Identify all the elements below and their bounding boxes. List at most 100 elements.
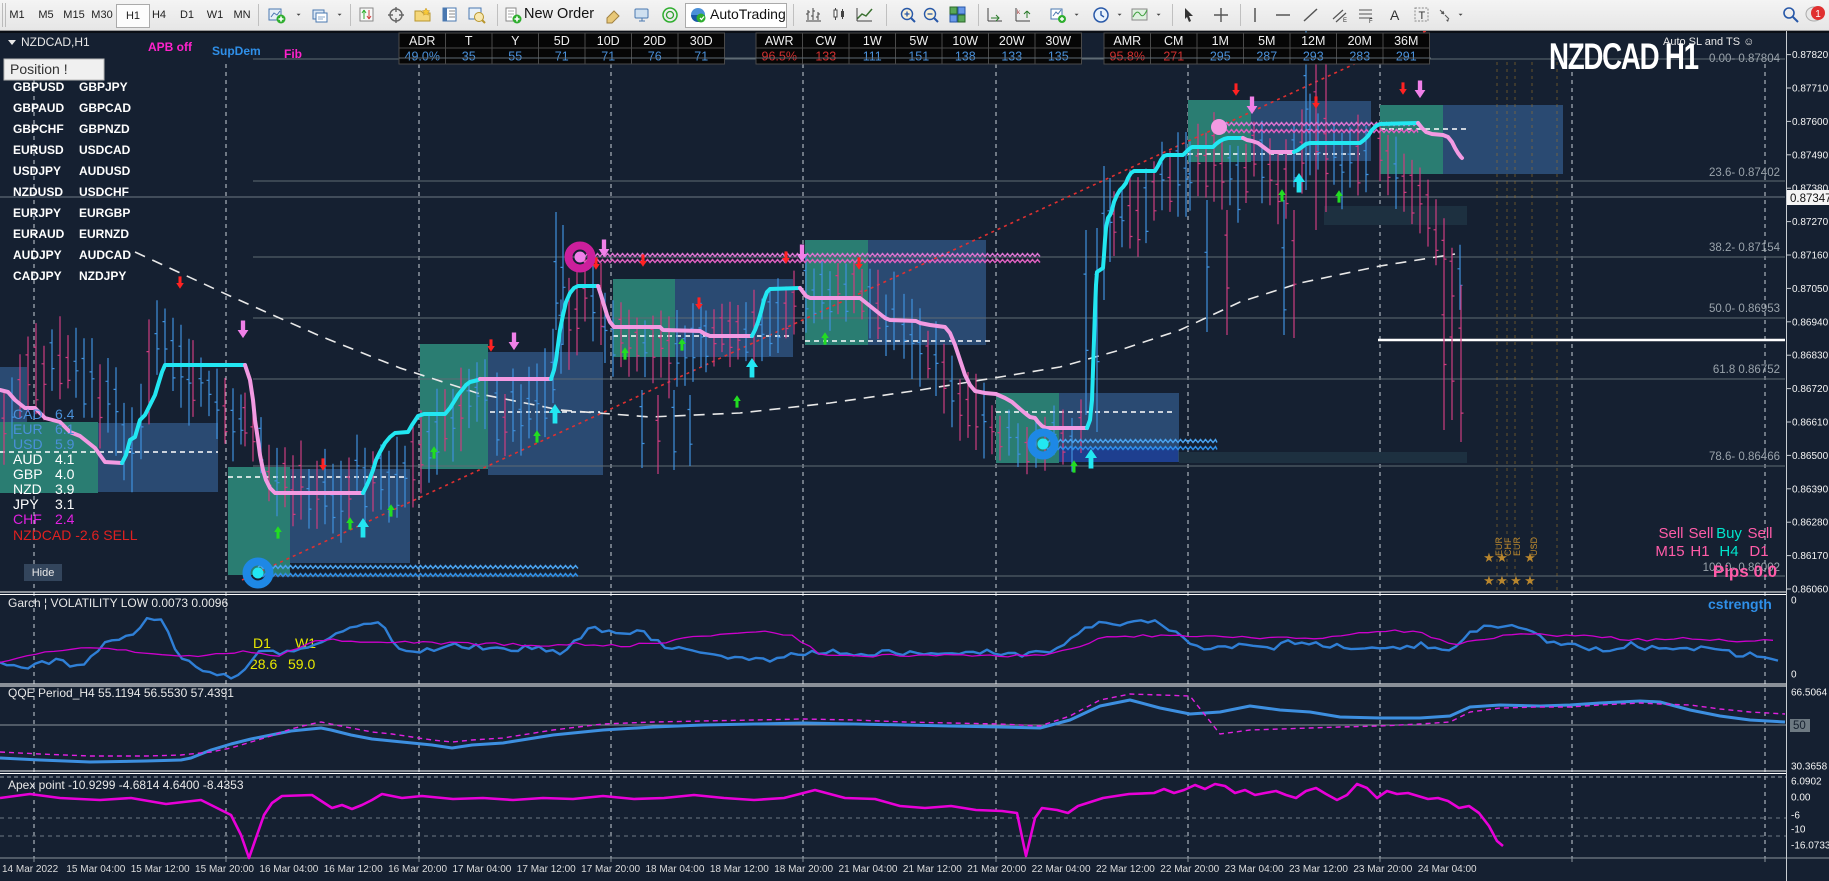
svg-text:E: E [1343, 18, 1347, 24]
svg-text:GBP: GBP [13, 466, 43, 482]
svg-text:23 Mar 20:00: 23 Mar 20:00 [1353, 864, 1412, 875]
svg-text:0.86720: 0.86720 [1792, 384, 1829, 395]
svg-text:0.86500: 0.86500 [1792, 451, 1829, 462]
svg-text:GBPCHF: GBPCHF [13, 122, 64, 136]
svg-text:USDJPY: USDJPY [13, 164, 61, 178]
svg-text:10W: 10W [952, 34, 978, 48]
svg-text:50: 50 [1793, 720, 1806, 732]
svg-text:Sell: Sell [1658, 525, 1683, 542]
svg-text:15 Mar 20:00: 15 Mar 20:00 [195, 864, 254, 875]
svg-text:D1: D1 [253, 635, 271, 651]
svg-text:1M: 1M [1212, 34, 1229, 48]
svg-text:APB off: APB off [148, 40, 193, 54]
svg-text:NZDCAD,H1: NZDCAD,H1 [21, 35, 90, 49]
svg-text:CHF: CHF [13, 511, 42, 527]
svg-text:-10: -10 [1791, 825, 1806, 836]
svg-text:k: k [1017, 10, 1021, 16]
svg-text:NZDCAD H1: NZDCAD H1 [1549, 35, 1699, 77]
svg-text:H1: H1 [1690, 543, 1709, 560]
svg-text:Sell: Sell [1688, 525, 1713, 542]
svg-text:66.5064: 66.5064 [1791, 688, 1828, 699]
svg-text:18 Mar 20:00: 18 Mar 20:00 [774, 864, 833, 875]
svg-text:21 Mar 20:00: 21 Mar 20:00 [967, 864, 1026, 875]
svg-text:cstrength: cstrength [1708, 596, 1772, 612]
svg-text:EUR: EUR [1512, 536, 1522, 556]
svg-text:ADR: ADR [409, 34, 435, 48]
svg-text:GBPAUD: GBPAUD [13, 101, 64, 115]
svg-text:20D: 20D [643, 34, 666, 48]
svg-text:Hide: Hide [32, 567, 55, 579]
svg-text:78.6- 0.86466: 78.6- 0.86466 [1709, 451, 1780, 463]
svg-text:CAD: CAD [13, 406, 43, 422]
svg-text:283: 283 [1349, 50, 1370, 64]
svg-text:M15: M15 [1655, 543, 1684, 560]
svg-text:133: 133 [1001, 50, 1022, 64]
svg-text:271: 271 [1163, 50, 1184, 64]
svg-text:6.4: 6.4 [55, 406, 75, 422]
svg-text:CW: CW [815, 34, 836, 48]
svg-text:2.4: 2.4 [55, 511, 75, 527]
svg-text:GBPUSD: GBPUSD [13, 80, 65, 94]
svg-text:USDCHF: USDCHF [79, 185, 129, 199]
svg-text:1W: 1W [863, 34, 882, 48]
svg-text:17 Mar 04:00: 17 Mar 04:00 [452, 864, 511, 875]
svg-text:17 Mar 20:00: 17 Mar 20:00 [581, 864, 640, 875]
svg-text:Apex point -10.9299 -4.6814 4.: Apex point -10.9299 -4.6814 4.6400 -8.43… [8, 778, 244, 792]
svg-text:18 Mar 12:00: 18 Mar 12:00 [710, 864, 769, 875]
svg-text:0.00: 0.00 [1791, 793, 1811, 804]
svg-text:36M: 36M [1394, 34, 1418, 48]
svg-text:Pips 0.0: Pips 0.0 [1713, 562, 1777, 581]
svg-text:NZDUSD: NZDUSD [13, 185, 63, 199]
svg-text:Sell: Sell [1747, 525, 1772, 542]
svg-text:EUR: EUR [13, 421, 43, 437]
svg-text:AUDJPY: AUDJPY [13, 248, 62, 262]
svg-text:23 Mar 04:00: 23 Mar 04:00 [1225, 864, 1284, 875]
svg-text:0.87270: 0.87270 [1792, 217, 1829, 228]
svg-text:★: ★ [1510, 573, 1522, 588]
svg-text:0.87160: 0.87160 [1792, 251, 1829, 262]
svg-text:22 Mar 04:00: 22 Mar 04:00 [1032, 864, 1091, 875]
svg-text:61.8 0.86752: 61.8 0.86752 [1713, 364, 1780, 376]
svg-text:6.0902: 6.0902 [1791, 777, 1822, 788]
svg-text:22 Mar 12:00: 22 Mar 12:00 [1096, 864, 1155, 875]
svg-text:Y: Y [511, 34, 520, 48]
svg-text:EURJPY: EURJPY [13, 206, 61, 220]
svg-text:H4: H4 [1719, 543, 1738, 560]
svg-text:1: 1 [1815, 9, 1821, 20]
svg-text:★: ★ [1524, 573, 1536, 588]
svg-text:24 Mar 04:00: 24 Mar 04:00 [1418, 864, 1477, 875]
svg-text:T: T [1419, 10, 1426, 22]
svg-text:111: 111 [863, 50, 882, 64]
svg-text:21 Mar 12:00: 21 Mar 12:00 [903, 864, 962, 875]
svg-text:16 Mar 04:00: 16 Mar 04:00 [259, 864, 318, 875]
svg-text:4.1: 4.1 [55, 451, 75, 467]
svg-text:A: A [1390, 7, 1400, 23]
svg-text:USD: USD [1529, 536, 1539, 556]
svg-text:CM: CM [1164, 34, 1183, 48]
svg-text:0.87820: 0.87820 [1792, 50, 1829, 61]
svg-text:SupDem: SupDem [212, 44, 261, 58]
svg-text:AWR: AWR [765, 34, 794, 48]
svg-text:JPY: JPY [13, 496, 39, 512]
svg-text:4.0: 4.0 [55, 466, 75, 482]
svg-text:5W: 5W [909, 34, 928, 48]
svg-text:295: 295 [1210, 50, 1231, 64]
svg-text:22 Mar 20:00: 22 Mar 20:00 [1160, 864, 1219, 875]
svg-text:71: 71 [601, 50, 615, 64]
svg-text:EURAUD: EURAUD [13, 227, 65, 241]
svg-text:0: 0 [1791, 596, 1797, 607]
svg-text:138: 138 [955, 50, 976, 64]
svg-text:0.86390: 0.86390 [1792, 484, 1829, 495]
svg-text:291: 291 [1396, 50, 1417, 64]
svg-text:14 Mar 2022: 14 Mar 2022 [2, 864, 59, 875]
svg-text:NZDJPY: NZDJPY [79, 269, 126, 283]
svg-text:17 Mar 12:00: 17 Mar 12:00 [517, 864, 576, 875]
svg-text:71: 71 [555, 50, 569, 64]
svg-text:30.3658: 30.3658 [1791, 762, 1828, 773]
svg-text:12M: 12M [1301, 34, 1325, 48]
svg-text:71: 71 [694, 50, 708, 64]
svg-text:5D: 5D [554, 34, 570, 48]
svg-text:T: T [465, 34, 473, 48]
svg-text:GBPNZD: GBPNZD [79, 122, 130, 136]
svg-text:NZDCAD -2.6 SELL: NZDCAD -2.6 SELL [13, 527, 138, 543]
